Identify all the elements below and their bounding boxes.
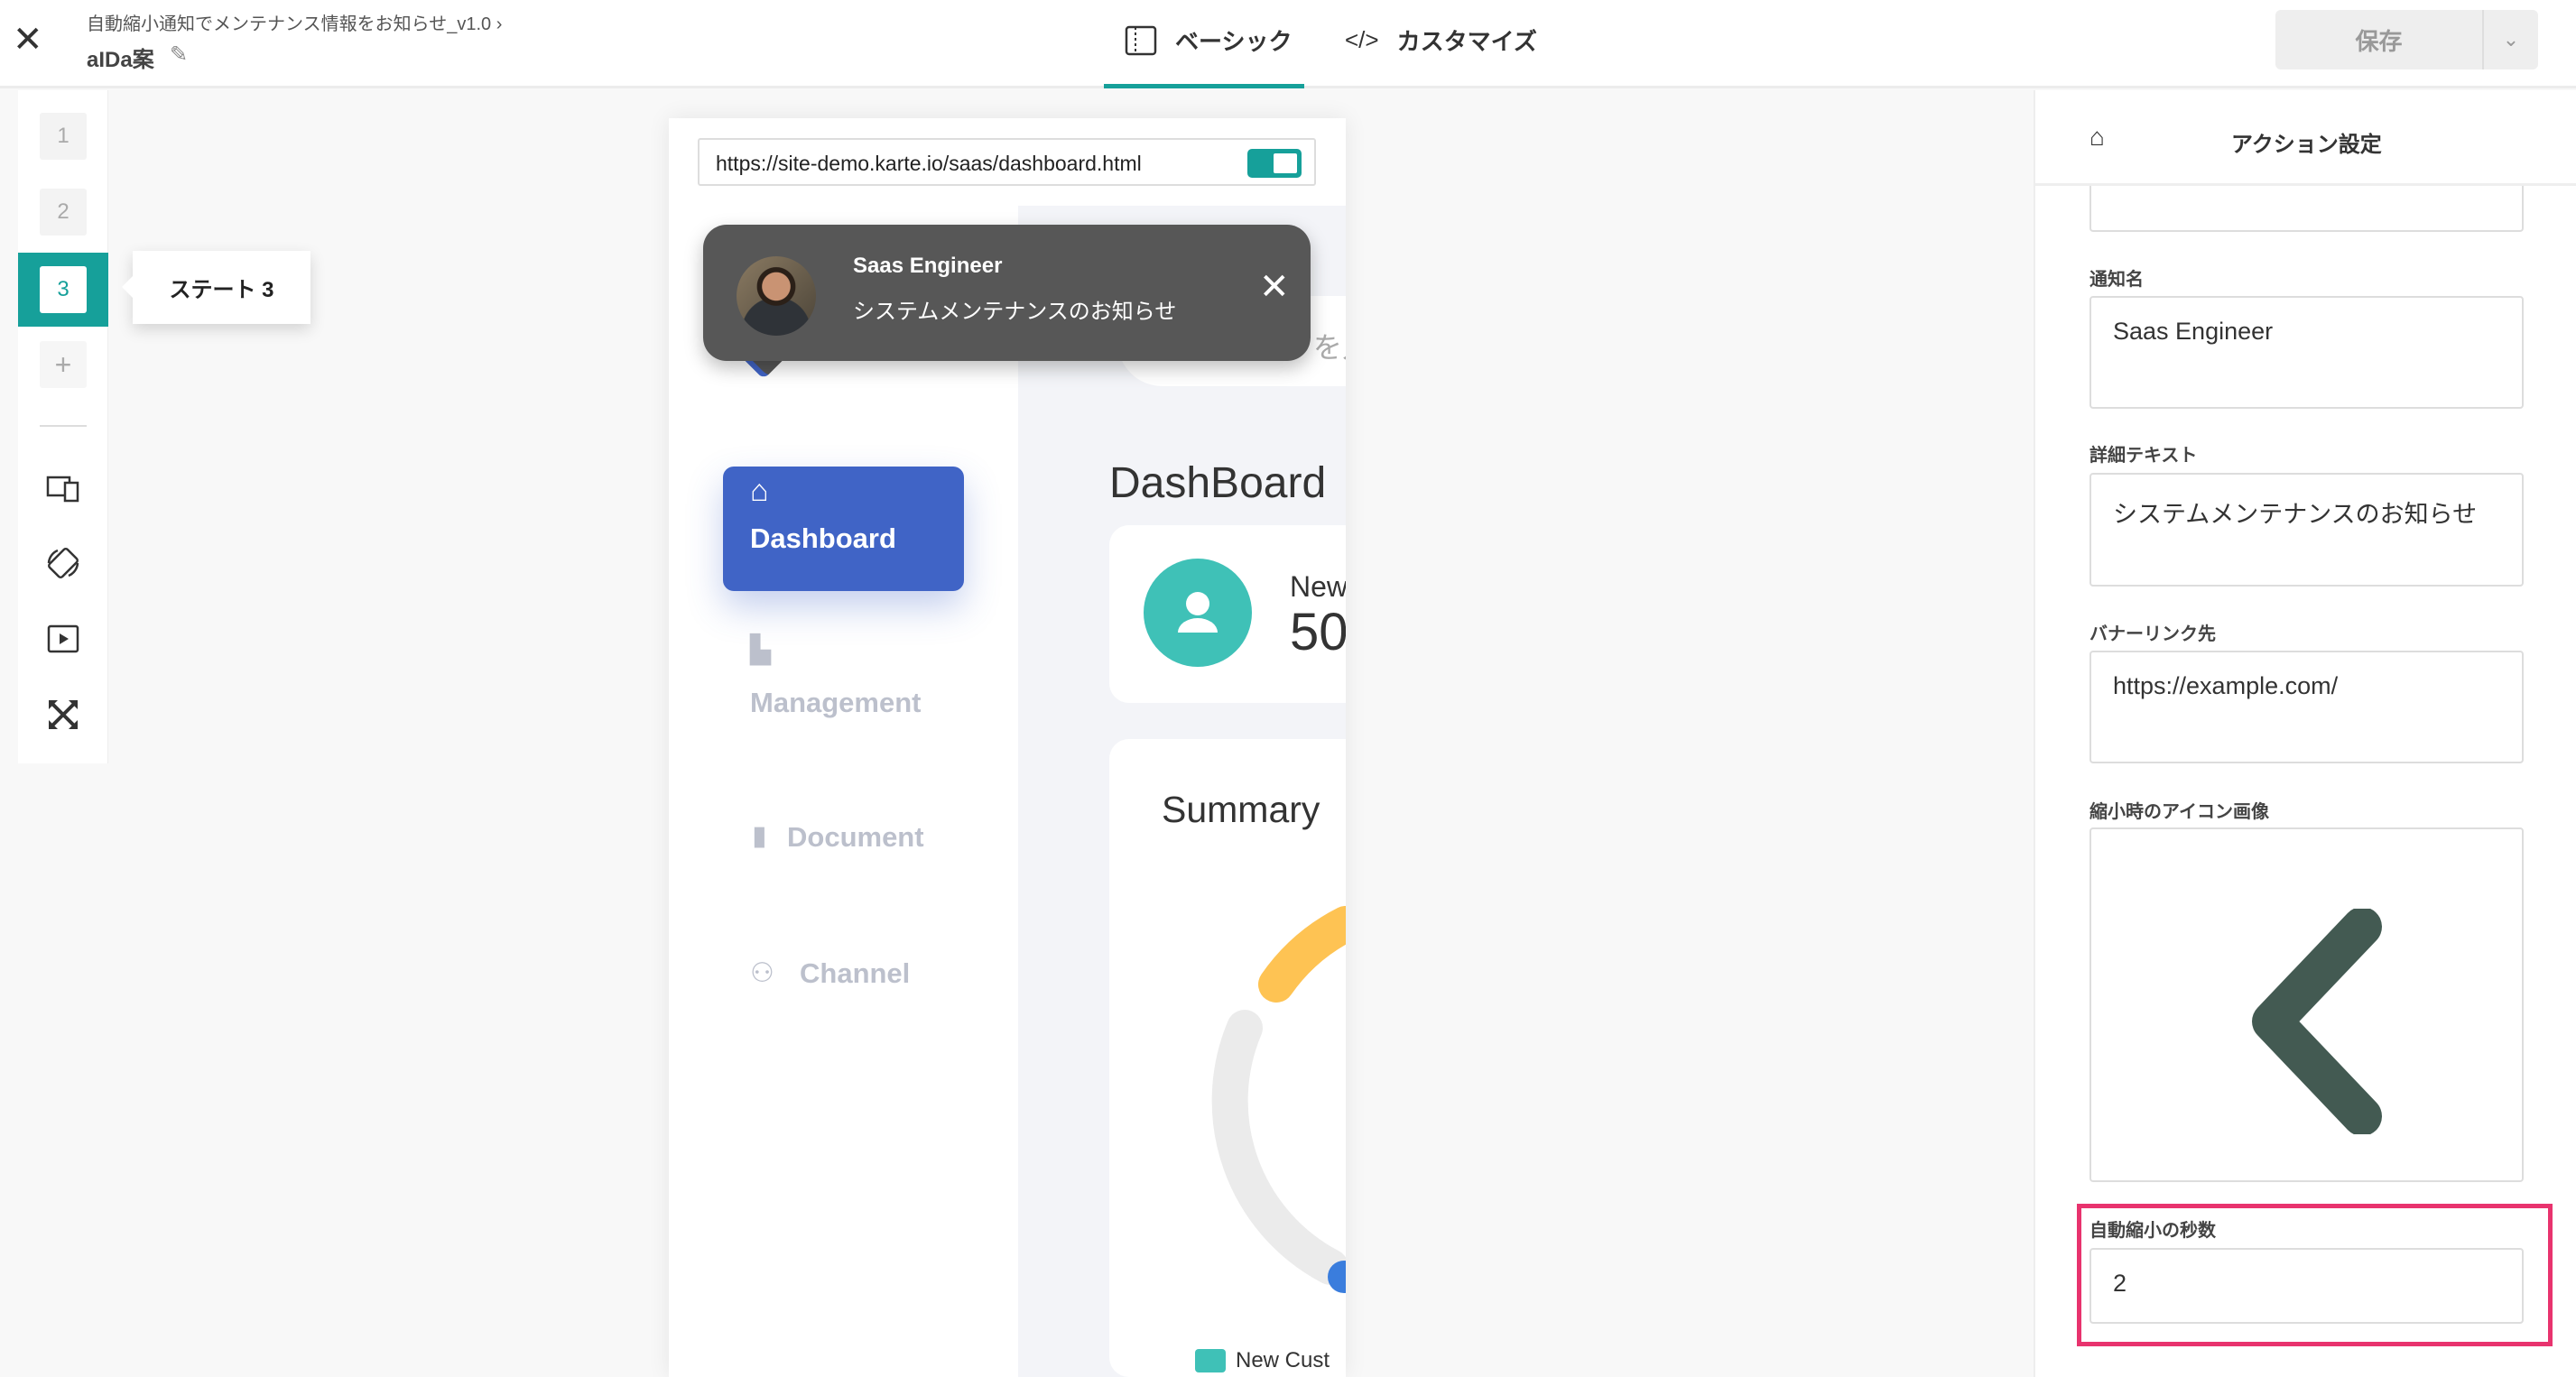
summary-donut [1211, 906, 1346, 1293]
donut-track [1211, 1010, 1346, 1285]
field-label: 縮小時のアイコン画像 [2090, 802, 2269, 822]
summary-card: Summary New Cust [1109, 739, 1346, 1377]
state-3-label: 3 [40, 266, 87, 313]
panel-title: アクション設定 [2231, 133, 2382, 157]
top-bar: ✕ 自動縮小通知でメンテナンス情報をお知らせ_v1.0 › aIDa案 ✎ ベー… [0, 0, 2576, 88]
devices-icon[interactable] [45, 470, 81, 506]
field-label: バナーリンク先 [2090, 624, 2216, 644]
banner-link-field[interactable]: https://example.com/ [2090, 651, 2524, 763]
notification-message: システムメンテナンスのお知らせ [853, 300, 1177, 324]
state-3[interactable]: 3 [18, 253, 108, 327]
user-icon [1144, 559, 1252, 667]
site-sidebar [669, 206, 1018, 1377]
site-nav-management[interactable]: Management [750, 687, 921, 719]
close-icon[interactable]: ✕ [1259, 266, 1290, 308]
stat-label: New [1290, 570, 1346, 603]
notification-name: Saas Engineer [853, 254, 1003, 278]
state-rail: 1 2 3 + [18, 90, 108, 763]
breadcrumb-text: 自動縮小通知でメンテナンス情報をお知らせ_v1.0 [87, 14, 492, 34]
notification-name-field[interactable]: Saas Engineer [2090, 296, 2524, 409]
preview-frame: https://site-demo.karte.io/saas/dashboar… [669, 118, 1346, 1377]
state-2[interactable]: 2 [40, 189, 87, 236]
home-icon: ⌂ [750, 474, 769, 508]
icon-image-field[interactable] [2090, 827, 2524, 1182]
active-tab-indicator [1104, 84, 1304, 88]
site-nav-dashboard[interactable]: ⌂ Dashboard [723, 467, 964, 591]
document-icon: ▮ [752, 821, 767, 851]
avatar [737, 256, 816, 336]
chevron-down-icon[interactable]: ⌄ [2482, 10, 2538, 69]
site-page-title: DashBoard [1109, 459, 1327, 507]
rotate-icon[interactable] [45, 545, 81, 581]
tab-basic[interactable]: ベーシック [1125, 23, 1292, 57]
tab-customize[interactable]: </> カスタマイズ [1345, 23, 1537, 57]
preview-url-field[interactable]: https://site-demo.karte.io/saas/dashboar… [698, 138, 1316, 186]
divider [40, 425, 87, 427]
previous-field[interactable] [2090, 180, 2524, 232]
notification-banner[interactable]: Saas Engineer システムメンテナンスのお知らせ ✕ [703, 225, 1311, 361]
add-state-button[interactable]: + [40, 341, 87, 388]
panel-header: ⌂ アクション設定 [2035, 90, 2576, 186]
channel-icon: ⚇ [750, 958, 774, 988]
state-tooltip: ステート 3 [122, 251, 310, 324]
save-button[interactable]: 保存 [2275, 10, 2482, 69]
field-label: 詳細テキスト [2090, 446, 2198, 466]
home-icon[interactable]: ⌂ [2090, 123, 2105, 152]
site-nav-document[interactable]: Document [787, 821, 924, 854]
breadcrumb[interactable]: 自動縮小通知でメンテナンス情報をお知らせ_v1.0 › [87, 9, 502, 35]
code-icon: </> [1345, 26, 1379, 53]
donut-segment-yellow [1258, 906, 1346, 1003]
legend-swatch [1195, 1349, 1226, 1372]
chevron-left-icon [2252, 909, 2382, 1134]
play-icon[interactable] [45, 621, 81, 657]
action-settings-panel: ⌂ アクション設定 通知名 Saas Engineer 詳細テキスト システムメ… [2034, 90, 2576, 1377]
tab-label: カスタマイズ [1396, 28, 1537, 55]
legend-label: New Cust [1236, 1348, 1330, 1372]
url-toggle[interactable] [1247, 149, 1302, 178]
stat-card: New 50 [1109, 525, 1346, 703]
panel-icon [1125, 25, 1157, 55]
url-text: https://site-demo.karte.io/saas/dashboar… [716, 152, 1142, 175]
pattern-name: aIDa案 [87, 48, 154, 72]
save-button-group: 保存 ⌄ [2275, 10, 2538, 69]
close-icon[interactable]: ✕ [13, 18, 43, 61]
expand-icon[interactable] [45, 697, 81, 733]
site-nav-channel[interactable]: Channel [800, 957, 910, 990]
management-icon: ▙ [750, 635, 772, 665]
stat-value: 50 [1290, 603, 1346, 661]
state-1[interactable]: 1 [40, 113, 87, 160]
field-label: 自動縮小の秒数 [2090, 1221, 2216, 1241]
pencil-icon[interactable]: ✎ [170, 42, 188, 68]
nav-label: Dashboard [750, 522, 896, 554]
field-label: 通知名 [2090, 270, 2144, 290]
auto-shrink-seconds-input[interactable]: 2 [2090, 1248, 2524, 1324]
detail-text-field[interactable]: システムメンテナンスのお知らせ [2090, 473, 2524, 587]
tab-label: ベーシック [1175, 28, 1293, 55]
